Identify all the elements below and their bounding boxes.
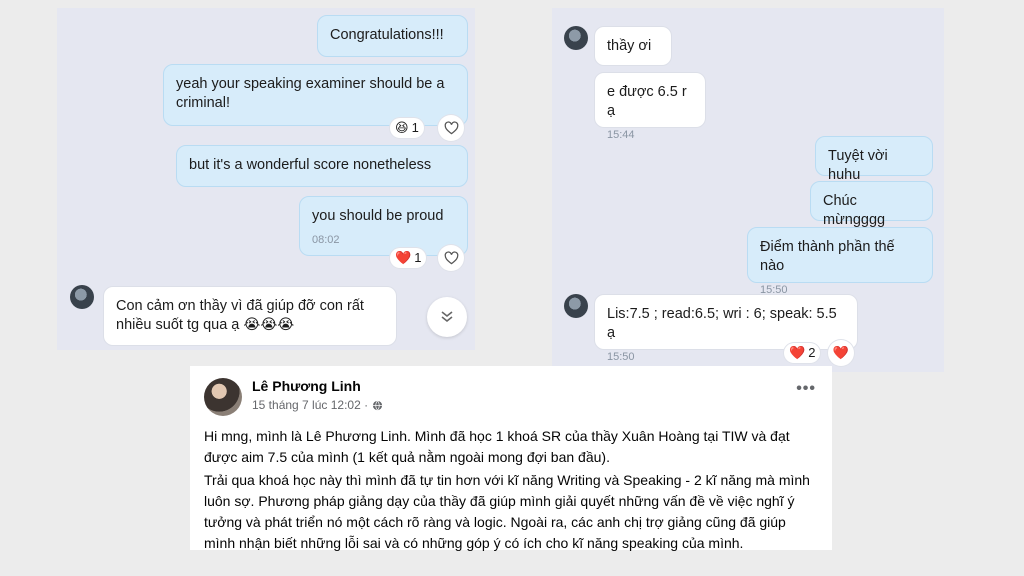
message-bubble-diem-thanh-phan[interactable]: Điểm thành phần thế nào 15:50 bbox=[747, 227, 933, 296]
message-time: 08:02 bbox=[312, 234, 340, 246]
heart-outline-icon[interactable] bbox=[438, 115, 464, 141]
message-bubble-tuyet-voi[interactable]: Tuyệt vời huhu bbox=[815, 136, 933, 183]
reaction-badge[interactable]: ❤️ 2 bbox=[784, 343, 821, 363]
message-text: yeah your speaking examiner should be a … bbox=[176, 76, 445, 111]
message-text: you should be proud bbox=[312, 208, 444, 224]
avatar[interactable] bbox=[70, 285, 94, 309]
message-text: but it's a wonderful score nonetheless bbox=[189, 157, 432, 173]
message-time: 15:44 bbox=[607, 129, 635, 141]
message-bubble-chuc-mung[interactable]: Chúc mừngggg bbox=[810, 181, 933, 228]
post-paragraph-2: Trải qua khoá học này thì mình đã tự tin… bbox=[204, 472, 810, 551]
message-text: Chúc mừngggg bbox=[823, 193, 886, 228]
heart-emoji-icon: ❤️ bbox=[395, 250, 412, 265]
message-text: Tuyệt vời huhu bbox=[828, 148, 888, 183]
right-chat-panel: thầy ơi e được 6.5 r ạ 15:44 Tuyệt vời h… bbox=[552, 8, 944, 372]
scroll-down-button[interactable] bbox=[427, 297, 467, 337]
message-text: Lis:7.5 ; read:6.5; wri : 6; speak: 5.5 … bbox=[607, 306, 837, 341]
message-bubble-congrats[interactable]: Congratulations!!! bbox=[317, 15, 468, 57]
laugh-emoji-icon: 😆 bbox=[395, 120, 409, 135]
avatar[interactable] bbox=[204, 378, 242, 416]
heart-outline-icon[interactable] bbox=[438, 245, 464, 271]
message-bubble-score[interactable]: e được 6.5 r ạ 15:44 bbox=[594, 72, 706, 141]
message-bubble-thay-oi[interactable]: thầy ơi bbox=[594, 26, 672, 66]
message-bubble-wonderful[interactable]: but it's a wonderful score nonetheless bbox=[176, 145, 468, 187]
heart-emoji-icon: ❤️ bbox=[789, 345, 806, 360]
more-options-icon[interactable]: ••• bbox=[796, 380, 816, 398]
message-text: Điểm thành phần thế nào bbox=[760, 239, 895, 274]
message-text: Con cảm ơn thầy vì đã giúp đỡ con rất nh… bbox=[116, 298, 364, 333]
message-text: Congratulations!!! bbox=[330, 27, 444, 43]
post-timestamp[interactable]: 15 tháng 7 lúc 12:02 · bbox=[252, 398, 368, 412]
chevron-double-down-icon bbox=[441, 311, 453, 323]
avatar[interactable] bbox=[564, 26, 588, 50]
reaction-count: 1 bbox=[411, 120, 419, 135]
left-chat-panel: Congratulations!!! yeah your speaking ex… bbox=[57, 8, 475, 350]
globe-icon bbox=[373, 400, 383, 410]
facebook-post-card: Lê Phương Linh 15 tháng 7 lúc 12:02 · ••… bbox=[190, 366, 832, 551]
reaction-count: 2 bbox=[808, 345, 816, 360]
post-paragraph-1: Hi mng, mình là Lê Phương Linh. Mình đã … bbox=[204, 428, 790, 465]
reaction-count: 1 bbox=[414, 250, 422, 265]
reaction-badge[interactable]: ❤️ 1 bbox=[390, 248, 427, 268]
message-text: thầy ơi bbox=[607, 38, 652, 54]
heart-filled-icon[interactable]: ❤️ bbox=[828, 340, 854, 366]
reaction-badge[interactable]: 😆 1 bbox=[390, 118, 424, 138]
message-bubble-examiner[interactable]: yeah your speaking examiner should be a … bbox=[163, 64, 468, 126]
message-bubble-thanks[interactable]: Con cảm ơn thầy vì đã giúp đỡ con rất nh… bbox=[103, 286, 397, 346]
message-text: e được 6.5 r ạ bbox=[607, 84, 687, 119]
post-author-name[interactable]: Lê Phương Linh bbox=[252, 378, 361, 394]
post-meta: 15 tháng 7 lúc 12:02 · bbox=[252, 398, 383, 412]
message-bubble-band-scores[interactable]: Lis:7.5 ; read:6.5; wri : 6; speak: 5.5 … bbox=[594, 294, 858, 363]
avatar[interactable] bbox=[564, 294, 588, 318]
